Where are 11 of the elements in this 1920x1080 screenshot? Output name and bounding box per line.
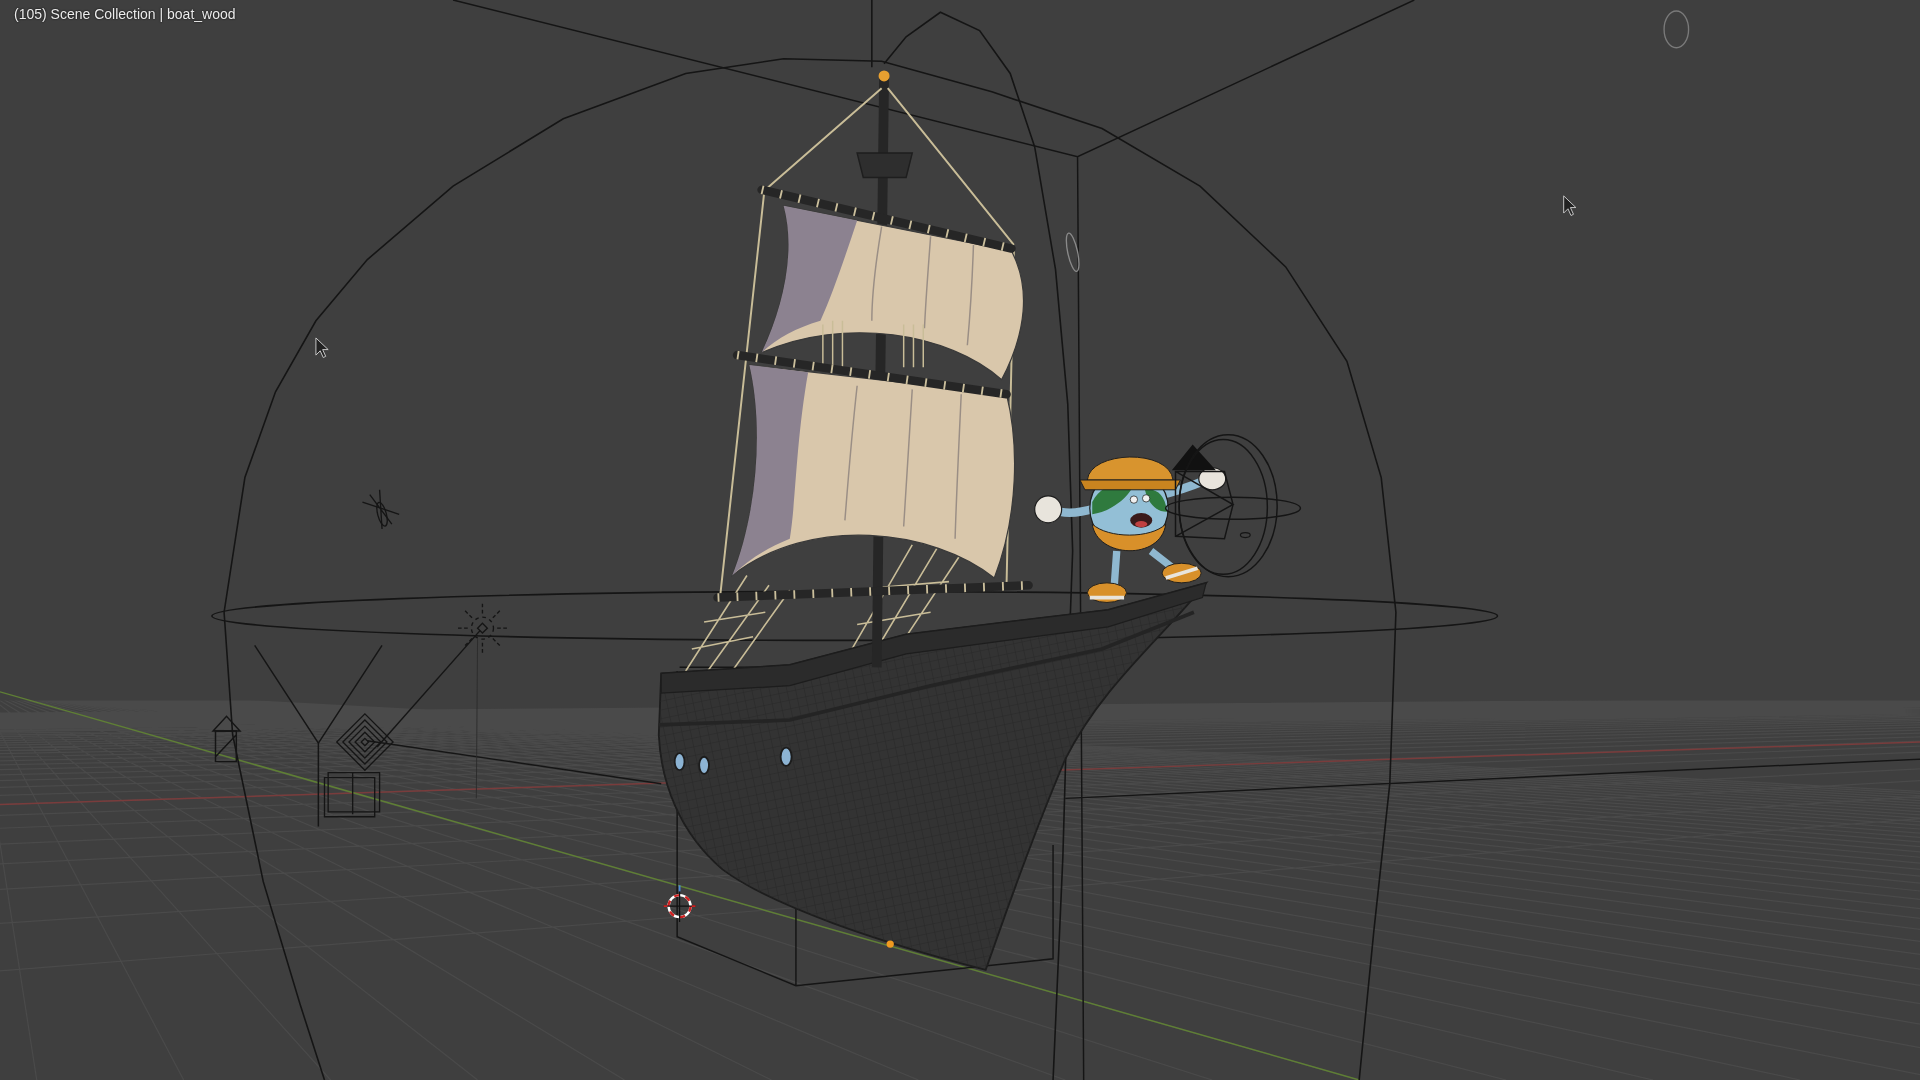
- small-ellipse-outline: [1065, 232, 1080, 273]
- house-wireframe: [211, 715, 242, 763]
- mouse-pointer-icon: [315, 337, 329, 359]
- mouse-pointer-icon: [1563, 195, 1577, 216]
- 3d-cursor-icon: [662, 884, 697, 923]
- small-ellipse-outline: [1663, 10, 1690, 49]
- wireframe-cube: [323, 771, 381, 818]
- origin-dot-icon: [886, 940, 894, 948]
- spark-icon: [361, 489, 400, 530]
- concentric-diamond: [335, 712, 394, 772]
- viewport-info-text: (105) Scene Collection | boat_wood: [14, 5, 236, 23]
